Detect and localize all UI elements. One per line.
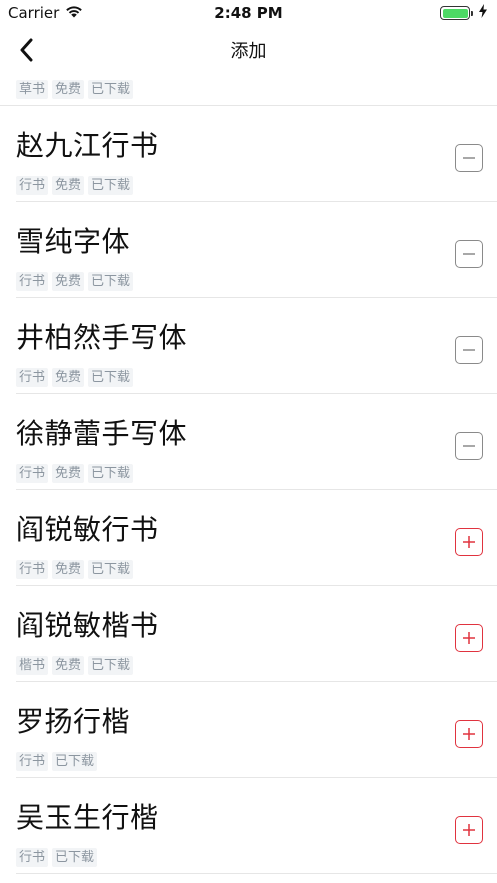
plus-icon — [463, 824, 475, 836]
page-title: 添加 — [230, 41, 267, 62]
tag: 已下载 — [88, 272, 134, 291]
minus-icon — [463, 253, 475, 255]
font-tags: 行书 免费 已下载 — [16, 464, 134, 483]
tag: 行书 — [16, 176, 49, 195]
remove-font-button[interactable] — [455, 144, 483, 172]
list-item[interactable]: 阎锐敏行书 行书 免费 已下载 — [16, 490, 497, 586]
tag: 免费 — [52, 656, 85, 675]
font-name: 罗扬行楷 — [16, 705, 131, 738]
tag: 草书 — [16, 80, 49, 99]
charging-icon — [479, 4, 487, 22]
partial-list-item-tags: 草书 免费 已下载 — [0, 74, 497, 106]
font-tags: 行书 免费 已下载 — [16, 368, 134, 387]
list-item[interactable]: 徐静蕾手写体 行书 免费 已下载 — [16, 394, 497, 490]
add-font-button[interactable] — [455, 720, 483, 748]
tag: 已下载 — [88, 80, 134, 99]
list-item[interactable]: 井柏然手写体 行书 免费 已下载 — [16, 298, 497, 394]
tag: 免费 — [52, 272, 85, 291]
status-bar: Carrier 2:48 PM — [0, 0, 497, 26]
minus-icon — [463, 157, 475, 159]
tag: 行书 — [16, 272, 49, 291]
battery-icon — [440, 6, 473, 20]
battery-level — [442, 8, 468, 18]
remove-font-button[interactable] — [455, 240, 483, 268]
add-font-button[interactable] — [455, 624, 483, 652]
plus-icon — [463, 632, 475, 644]
font-tags: 行书 免费 已下载 — [16, 176, 134, 195]
list-item[interactable]: 雪纯字体 行书 免费 已下载 — [16, 202, 497, 298]
tag: 已下载 — [52, 848, 98, 867]
tag: 行书 — [16, 368, 49, 387]
font-name: 吴玉生行楷 — [16, 801, 159, 834]
tag: 楷书 — [16, 656, 49, 675]
font-name: 阎锐敏行书 — [16, 513, 159, 546]
wifi-icon — [65, 4, 83, 22]
back-button[interactable] — [10, 34, 42, 66]
font-tags: 行书 免费 已下载 — [16, 272, 134, 291]
tag: 免费 — [52, 80, 85, 99]
tag: 已下载 — [52, 752, 98, 771]
font-tags: 行书 免费 已下载 — [16, 560, 134, 579]
chevron-left-icon — [20, 38, 33, 62]
remove-font-button[interactable] — [455, 432, 483, 460]
tag: 已下载 — [88, 464, 134, 483]
tag: 免费 — [52, 176, 85, 195]
tag: 已下载 — [88, 368, 134, 387]
plus-icon — [463, 728, 475, 740]
font-name: 赵九江行书 — [16, 129, 159, 162]
carrier-label: Carrier — [8, 4, 60, 22]
status-left: Carrier — [8, 4, 83, 22]
remove-font-button[interactable] — [455, 336, 483, 364]
list-item[interactable]: 罗扬行楷 行书 已下载 — [16, 682, 497, 778]
nav-bar: 添加 — [0, 26, 497, 74]
font-name: 井柏然手写体 — [16, 321, 188, 354]
tag: 行书 — [16, 464, 49, 483]
font-name: 雪纯字体 — [16, 225, 131, 258]
plus-icon — [463, 536, 475, 548]
add-font-button[interactable] — [455, 816, 483, 844]
tag: 免费 — [52, 368, 85, 387]
tag: 免费 — [52, 464, 85, 483]
minus-icon — [463, 349, 475, 351]
font-name: 徐静蕾手写体 — [16, 417, 188, 450]
tag: 免费 — [52, 560, 85, 579]
tag: 已下载 — [88, 560, 134, 579]
tag: 已下载 — [88, 176, 134, 195]
tag: 行书 — [16, 752, 49, 771]
font-tags: 行书 已下载 — [16, 848, 98, 867]
font-list: 草书 免费 已下载 赵九江行书 行书 免费 已下载 雪纯字体 行书 免费 已下载… — [0, 74, 497, 874]
tag: 已下载 — [88, 656, 134, 675]
minus-icon — [463, 445, 475, 447]
list-item[interactable]: 吴玉生行楷 行书 已下载 — [16, 778, 497, 874]
add-font-button[interactable] — [455, 528, 483, 556]
tag: 行书 — [16, 560, 49, 579]
list-item[interactable]: 赵九江行书 行书 免费 已下载 — [16, 106, 497, 202]
list-item[interactable]: 阎锐敏楷书 楷书 免费 已下载 — [16, 586, 497, 682]
font-name: 阎锐敏楷书 — [16, 609, 159, 642]
font-tags: 行书 已下载 — [16, 752, 98, 771]
font-tags: 楷书 免费 已下载 — [16, 656, 134, 675]
tag: 行书 — [16, 848, 49, 867]
status-right — [440, 4, 487, 22]
